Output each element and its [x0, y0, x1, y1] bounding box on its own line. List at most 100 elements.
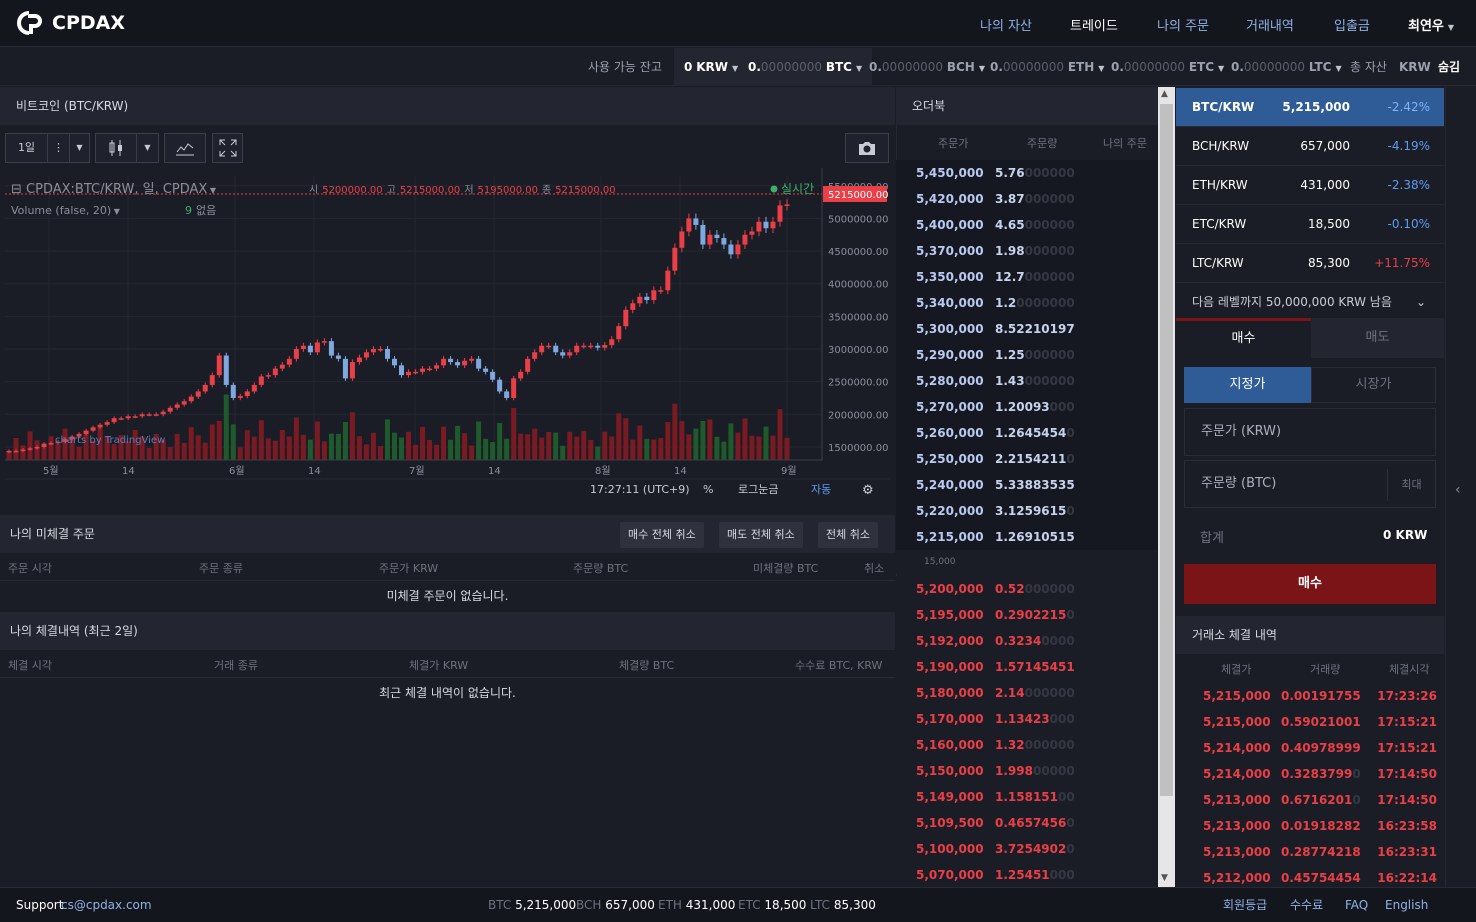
candle-body: [616, 326, 622, 340]
market-etc-krw[interactable]: ETC/KRW 18,500 -0.10%: [1176, 205, 1444, 244]
candle-body: [651, 290, 657, 301]
ask-row[interactable]: 5,420,000 3.87000000: [896, 186, 1158, 212]
balance-ltc[interactable]: 0.00000000 LTC ▼: [1221, 48, 1352, 86]
chart-legend-symbol[interactable]: ⊟ CPDAX:BTC/KRW, 일, CPDAX ▼: [11, 182, 217, 197]
candle-style-icon[interactable]: [95, 133, 137, 163]
limit-order-toggle[interactable]: 지정가: [1184, 367, 1311, 403]
ask-row[interactable]: 5,250,000 2.21542110: [896, 446, 1158, 472]
percent-scale-toggle[interactable]: %: [703, 483, 713, 496]
trade-row: 5,215,000 0.59021001 17:15:21: [1203, 715, 1437, 729]
scroll-down-icon[interactable]: ▼: [1161, 873, 1168, 883]
buy-submit-button[interactable]: 매수: [1184, 564, 1436, 604]
support-email-link[interactable]: cs@cpdax.com: [61, 888, 152, 922]
tab-sell[interactable]: 매도: [1311, 318, 1444, 358]
price-input[interactable]: 주문가 (KRW): [1184, 408, 1436, 456]
candle-body: [342, 358, 348, 379]
nav-my-assets[interactable]: 나의 자산: [980, 15, 1032, 34]
ask-row[interactable]: 5,260,000 1.26454540: [896, 420, 1158, 446]
ticker-bch: BCH 657,000: [576, 898, 655, 912]
level-notice[interactable]: 다음 레벨까지 50,000,000 KRW 남음 ⌄: [1176, 283, 1444, 322]
footer-link-membership[interactable]: 회원등급: [1223, 888, 1267, 922]
auto-scale-toggle[interactable]: 자동: [811, 483, 831, 496]
bid-row[interactable]: 5,195,000 0.29022150: [896, 602, 1158, 628]
indicators-icon[interactable]: [164, 133, 206, 163]
balance-krw[interactable]: 0 KRW ▼: [674, 48, 749, 86]
ask-row[interactable]: 5,280,000 1.43000000: [896, 368, 1158, 394]
candle-body: [384, 349, 390, 359]
nav-deposit-withdraw[interactable]: 입출금: [1334, 15, 1370, 34]
bid-row[interactable]: 5,109,500 0.46574560: [896, 810, 1158, 836]
nav-history[interactable]: 거래내역: [1246, 15, 1294, 34]
ask-row[interactable]: 5,340,000 1.20000000: [896, 290, 1158, 316]
candle-body: [420, 368, 426, 372]
candle-body: [434, 365, 440, 369]
cancel-all-sell-button[interactable]: 매도 전체 취소: [719, 522, 803, 548]
market-order-toggle[interactable]: 시장가: [1311, 367, 1436, 403]
market-eth-krw[interactable]: ETH/KRW 431,000 -2.38%: [1176, 166, 1444, 205]
balance-btc[interactable]: 0.00000000 BTC ▼: [738, 48, 873, 86]
market-btc-krw[interactable]: BTC/KRW 5,215,000 -2.42%: [1176, 88, 1444, 127]
fullscreen-icon[interactable]: [212, 133, 243, 163]
ask-row[interactable]: 5,240,000 5.33883535: [896, 472, 1158, 498]
chevron-down-icon: ⌄: [1415, 295, 1426, 309]
bid-row[interactable]: 5,192,000 0.32340000: [896, 628, 1158, 654]
gear-icon[interactable]: ⚙: [862, 483, 874, 498]
ask-row[interactable]: 5,450,000 5.76000000: [896, 160, 1158, 186]
footer-link-fees[interactable]: 수수료: [1290, 888, 1323, 922]
balance-etc[interactable]: 0.00000000 ETC ▼: [1101, 48, 1234, 86]
ask-row[interactable]: 5,270,000 1.20093000: [896, 394, 1158, 420]
ask-row[interactable]: 5,290,000 1.25000000: [896, 342, 1158, 368]
bid-row[interactable]: 5,170,000 1.13423000: [896, 706, 1158, 732]
scroll-up-icon[interactable]: ▲: [1161, 89, 1168, 99]
scrollbar-thumb[interactable]: [1160, 104, 1173, 796]
bid-row[interactable]: 5,190,000 1.57145451: [896, 654, 1158, 680]
ask-row[interactable]: 5,370,000 1.98000000: [896, 238, 1158, 264]
market-ltc-krw[interactable]: LTC/KRW 85,300 +11.75%: [1176, 244, 1444, 283]
cancel-all-button[interactable]: 전체 취소: [818, 522, 878, 548]
ask-row[interactable]: 5,215,000 1.26910515: [896, 524, 1158, 550]
brand-logo[interactable]: CPDAX: [16, 10, 125, 36]
chevron-down-icon[interactable]: ▼: [70, 133, 90, 163]
quantity-input[interactable]: 주문량 (BTC) 최대: [1184, 460, 1436, 508]
tab-buy[interactable]: 매수: [1176, 318, 1311, 358]
balance-eth[interactable]: 0.00000000 ETH ▼: [980, 48, 1114, 86]
user-menu[interactable]: 최연우 ▼: [1408, 15, 1454, 34]
ask-row[interactable]: 5,400,000 4.65000000: [896, 212, 1158, 238]
chevron-left-icon[interactable]: ‹: [1455, 482, 1461, 498]
chevron-down-icon[interactable]: ▼: [137, 133, 159, 163]
more-vertical-icon[interactable]: ⋮: [48, 133, 70, 163]
candle-body: [118, 418, 124, 420]
footer-link-faq[interactable]: FAQ: [1345, 888, 1368, 922]
camera-icon[interactable]: [845, 133, 889, 163]
x-tick-label: 6월: [229, 465, 245, 477]
nav-my-orders[interactable]: 나의 주문: [1157, 15, 1209, 34]
bid-row[interactable]: 5,070,000 1.25451000: [896, 862, 1158, 888]
bid-row[interactable]: 5,100,000 3.72549020: [896, 836, 1158, 862]
volume-bar: [518, 433, 524, 460]
candle-body: [174, 404, 180, 408]
bid-row[interactable]: 5,180,000 2.14000000: [896, 680, 1158, 706]
bid-row[interactable]: 5,149,000 1.15815100: [896, 784, 1158, 810]
nav-trade[interactable]: 트레이드: [1070, 15, 1118, 34]
cancel-all-buy-button[interactable]: 매수 전체 취소: [620, 522, 704, 548]
log-scale-toggle[interactable]: 로그눈금: [738, 483, 778, 496]
ask-row[interactable]: 5,350,000 12.7000000: [896, 264, 1158, 290]
max-button[interactable]: 최대: [1387, 469, 1435, 501]
bid-row[interactable]: 5,200,000 0.52000000: [896, 576, 1158, 602]
volume-bar: [279, 430, 285, 460]
bid-row[interactable]: 5,150,000 1.99800000: [896, 758, 1158, 784]
hide-balance-toggle[interactable]: 숨김: [1428, 48, 1470, 86]
balance-bch[interactable]: 0.00000000 BCH ▼: [859, 48, 995, 86]
price-chart[interactable]: 5500000.005000000.004500000.004000000.00…: [5, 168, 890, 500]
interval-selector[interactable]: 1일: [5, 133, 48, 163]
ask-row[interactable]: 5,220,000 3.12596150: [896, 498, 1158, 524]
candle-body: [377, 349, 383, 351]
ask-row[interactable]: 5,300,000 8.52210197: [896, 316, 1158, 342]
footer-link-english[interactable]: English: [1385, 888, 1428, 922]
bid-row[interactable]: 5,160,000 1.32000000: [896, 732, 1158, 758]
collapse-panel-handle[interactable]: ‹: [1445, 87, 1476, 887]
volume-legend[interactable]: Volume (false, 20) ▼: [11, 204, 121, 217]
candle-body: [700, 224, 706, 245]
market-bch-krw[interactable]: BCH/KRW 657,000 -4.19%: [1176, 127, 1444, 166]
candle-body: [391, 358, 397, 366]
